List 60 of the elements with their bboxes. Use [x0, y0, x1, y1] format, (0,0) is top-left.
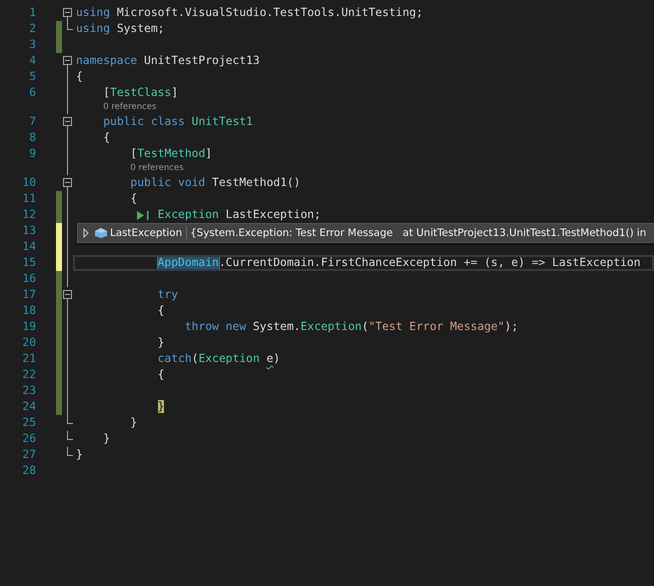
code-line: throw new System.Exception("Test Error Message");	[184, 319, 518, 335]
code-line: }	[158, 335, 164, 351]
line-number: 20	[21, 335, 36, 351]
code-line: public void TestMethod1()	[130, 175, 300, 191]
code-line: }	[130, 415, 138, 431]
line-number: 16	[21, 271, 36, 287]
code-line: [TestClass]	[103, 85, 178, 101]
line-number: 2	[28, 21, 36, 37]
code-line: public class UnitTest1	[103, 114, 253, 130]
collapse-icon[interactable]	[63, 8, 72, 17]
line-number: 5	[28, 69, 36, 85]
code-line: }	[76, 447, 83, 463]
code-line: {	[130, 191, 138, 207]
variable-name: LastException	[108, 226, 188, 240]
code-line: catch(Exception e)	[158, 351, 280, 367]
line-number: 15	[21, 255, 36, 271]
line-number: 11	[21, 191, 36, 207]
line-number: 22	[21, 367, 36, 383]
line-number: 23	[21, 383, 36, 399]
line-number: 25	[21, 415, 36, 431]
line-number: 4	[28, 53, 36, 69]
code-line: {	[76, 69, 83, 85]
cube-icon	[94, 227, 108, 239]
code-line: Exception LastException;	[158, 207, 321, 223]
references-link[interactable]: 0 references	[130, 162, 184, 175]
code-line: {	[103, 130, 110, 146]
line-number: 6	[28, 85, 36, 101]
code-line: AppDomain.CurrentDomain.FirstChanceException += (s, e) => LastException	[158, 255, 641, 271]
line-number: 21	[21, 351, 36, 367]
line-number: 24	[21, 399, 36, 415]
line-number: 18	[21, 303, 36, 319]
line-number: 19	[21, 319, 36, 335]
code-line: {	[158, 367, 164, 383]
line-number: 7	[28, 114, 36, 130]
line-number: 9	[28, 146, 36, 162]
code-line: [TestMethod]	[130, 146, 212, 162]
line-number: 26	[21, 431, 36, 447]
code-line: try	[158, 287, 178, 303]
line-number: 10	[21, 175, 36, 191]
collapse-icon[interactable]	[63, 290, 72, 299]
line-number: 14	[21, 239, 36, 255]
code-line: {	[158, 303, 164, 319]
code-line: }	[103, 431, 110, 447]
references-link[interactable]: 0 references	[103, 101, 156, 114]
collapse-icon[interactable]	[63, 178, 72, 187]
run-to-click-icon[interactable]	[137, 211, 151, 220]
variable-value: {System.Exception: Test Error Message at UnitTestProject13.UnitTest1.TestMethod1() in	[189, 227, 646, 239]
line-number: 28	[21, 463, 36, 479]
code-line: using System;	[76, 21, 164, 37]
collapse-icon[interactable]	[63, 117, 72, 126]
line-number: 12	[21, 207, 36, 223]
line-number: 1	[28, 5, 36, 21]
code-line: using Microsoft.VisualStudio.TestTools.UnitTesting;	[76, 5, 423, 21]
line-number: 13	[21, 223, 36, 239]
line-number: 8	[28, 130, 36, 146]
collapse-icon[interactable]	[63, 56, 72, 65]
line-number: 27	[21, 447, 36, 463]
line-number: 17	[21, 287, 36, 303]
code-line: namespace UnitTestProject13	[76, 53, 260, 69]
line-number: 3	[28, 37, 36, 53]
